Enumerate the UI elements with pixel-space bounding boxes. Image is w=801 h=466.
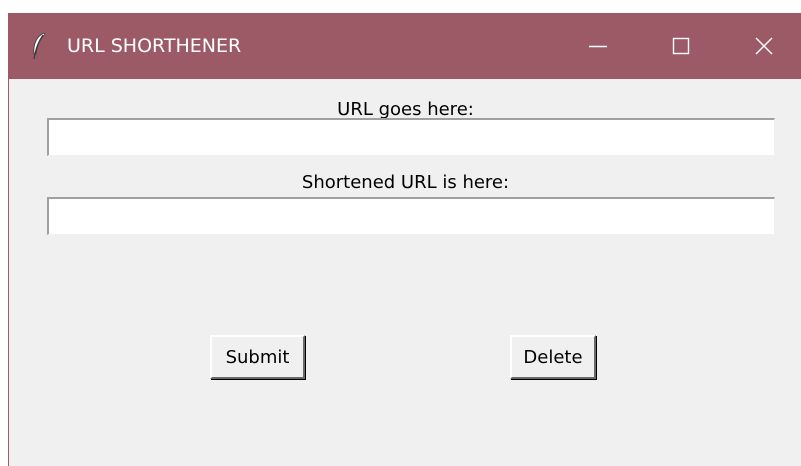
delete-button[interactable]: Delete [510,335,596,379]
minimize-button[interactable] [560,13,636,79]
close-icon [755,37,773,55]
title-bar[interactable]: URL SHORTHENER [9,13,801,79]
shortened-url-label: Shortened URL is here: [301,172,510,193]
shortened-url-output[interactable] [47,197,775,235]
feather-icon [31,32,47,60]
minimize-icon [589,45,607,48]
window-title: URL SHORTHENER [67,35,242,57]
submit-button[interactable]: Submit [210,335,305,379]
url-input[interactable] [47,118,775,156]
maximize-icon [672,37,690,55]
app-window: URL SHORTHENER URL goes here: Shortened … [8,13,801,466]
maximize-button[interactable] [643,13,719,79]
close-button[interactable] [726,13,801,79]
